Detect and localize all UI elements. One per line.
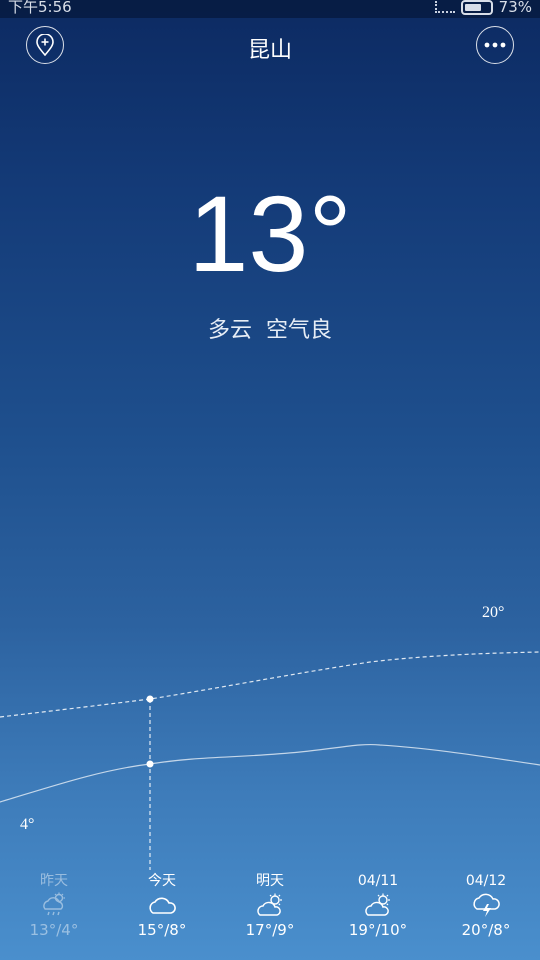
forecast-day-today[interactable]: 今天 15°/8° [108, 872, 216, 940]
current-temperature: 13° [188, 173, 352, 294]
forecast-day-name: 明天 [256, 873, 284, 889]
low-temperature-line [0, 743, 540, 803]
forecast-low: /10° [375, 921, 408, 939]
forecast-day-name: 今天 [148, 873, 176, 889]
forecast-high: 15° [137, 921, 165, 939]
forecast-high: 20° [461, 921, 489, 939]
high-temperature-line [0, 651, 540, 718]
battery-icon [460, 0, 493, 15]
forecast-day-name: 04/11 [357, 873, 399, 889]
forecast-low: /8° [488, 921, 511, 939]
air-quality: 空气良 [266, 318, 333, 343]
partly-cloudy-icon [257, 893, 282, 916]
header: 昆山 [0, 22, 540, 70]
low-temp-label: 4° [20, 816, 35, 833]
more-button[interactable] [476, 26, 514, 64]
more-dots-icon [484, 42, 506, 48]
temperature-chart [0, 651, 540, 870]
rain-cloud-icon [43, 892, 65, 916]
forecast-day-0411[interactable]: 04/11 19°/10° [324, 872, 432, 940]
forecast-day-yesterday[interactable]: 昨天 13°/4° [0, 872, 108, 940]
forecast-day-name: 04/12 [465, 873, 507, 889]
forecast-low: /4° [56, 921, 79, 939]
signal-icon [434, 1, 455, 13]
weather-condition: 多云 [207, 318, 252, 343]
forecast-low: /8° [164, 921, 187, 939]
forecast-day-0412[interactable]: 04/12 20°/8° [432, 872, 540, 940]
forecast-day-tomorrow[interactable]: 明天 17°/9° [216, 872, 324, 940]
status-time: 下午5:56 [8, 0, 72, 16]
today-low-point [146, 760, 154, 768]
today-high-point [146, 695, 154, 703]
city-name: 昆山 [247, 38, 292, 63]
forecast-day-name: 昨天 [40, 873, 68, 889]
partly-cloudy-icon [365, 893, 390, 916]
forecast-row: 昨天 13°/4° 今天 15°/8° 明天 17°/9° 04/11 19°/… [0, 872, 540, 940]
status-bar: 下午5:56 73% [0, 0, 540, 18]
forecast-high: 13° [29, 921, 57, 939]
high-temp-label: 20° [482, 604, 505, 621]
forecast-high: 17° [245, 921, 273, 939]
current-conditions: 多云 空气良 [0, 312, 540, 344]
cloud-icon [149, 897, 176, 914]
thunderstorm-icon [473, 893, 500, 917]
battery-percent: 73% [498, 0, 532, 16]
forecast-high: 19° [348, 921, 376, 939]
forecast-low: /9° [272, 921, 295, 939]
